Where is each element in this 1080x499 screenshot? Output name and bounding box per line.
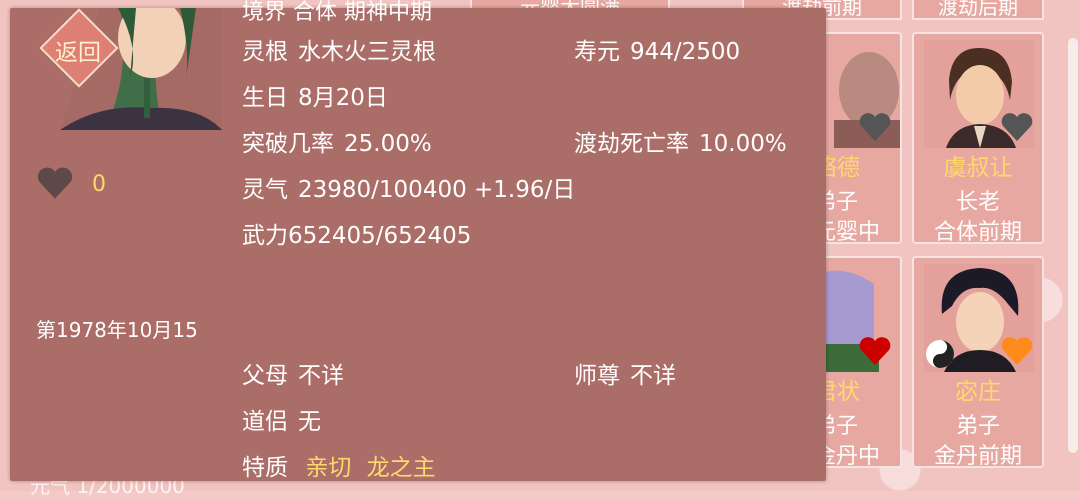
stat-lifespan: 寿元 944/2500 xyxy=(574,32,740,66)
stat-label: 生日 xyxy=(242,85,288,111)
relation-value: 不详 xyxy=(630,363,676,389)
bg-card-top-text: 渡劫后期 xyxy=(938,0,1018,19)
character-name: 宓庄 xyxy=(955,379,1001,405)
stat-value: 10.00% xyxy=(699,131,787,157)
character-realm: 合体前期 xyxy=(933,220,1022,244)
heart-icon xyxy=(37,167,73,199)
game-date: 第1978年10月15 xyxy=(36,318,198,342)
heart-icon xyxy=(1001,113,1033,141)
character-rank: 长老 xyxy=(955,190,1000,215)
relation-label: 道侣 xyxy=(242,409,288,435)
character-name: 虞叔让 xyxy=(943,155,1013,181)
stat-value: 8月20日 xyxy=(298,85,388,111)
stat-label: 渡劫死亡率 xyxy=(574,131,689,157)
relation-label: 父母 xyxy=(242,363,288,389)
stat-tribulation: 渡劫死亡率 10.00% xyxy=(574,124,787,158)
trait-tag[interactable]: 亲切 xyxy=(305,455,351,481)
character-rank: 弟子 xyxy=(955,414,1000,439)
stat-value: 25.00% xyxy=(344,131,432,157)
character-realm: 元婴中期 xyxy=(814,220,881,244)
character-rank: 弟子 xyxy=(814,190,859,215)
character-rank: 弟子 xyxy=(814,414,859,439)
stat-label: 突破几率 xyxy=(242,131,334,157)
stat-value: 23980/100400 +1.96/日 xyxy=(298,177,576,203)
character-realm: 金丹中期 xyxy=(814,444,881,468)
favorability: 0 xyxy=(36,166,106,206)
stat-breakthrough: 突破几率 25.00% xyxy=(242,124,432,158)
heart-icon xyxy=(1001,337,1033,365)
character-name: 君状 xyxy=(814,379,860,405)
bg-card-top-3[interactable]: 渡劫后期 xyxy=(912,0,1044,20)
stat-birthday: 生日 8月20日 xyxy=(242,78,388,112)
character-realm: 金丹前期 xyxy=(933,444,1022,468)
relation-partner: 道侣无 xyxy=(242,402,321,436)
stat-force: 武力652405/652405 xyxy=(242,216,471,250)
favorability-value: 0 xyxy=(92,172,106,197)
stat-label: 寿元 xyxy=(574,39,620,65)
character-detail-panel: 境界 合体 期神中期 返回 0 第1978年10月15 灵根 水木火三灵根 寿元 9… xyxy=(10,0,826,482)
character-card[interactable]: 宓庄 弟子 金丹前期 xyxy=(912,256,1044,468)
stat-spirit-root: 灵根 水木火三灵根 xyxy=(242,32,436,66)
relation-parents: 父母 不详 xyxy=(242,356,344,390)
heart-icon xyxy=(859,113,891,141)
stat-label: 灵根 xyxy=(242,39,288,65)
stat-value: 944/2500 xyxy=(630,39,741,65)
character-name: 骆德 xyxy=(814,155,860,181)
relation-master: 师尊 不详 xyxy=(574,356,676,390)
clipped-realm-row: 境界 合体 期神中期 xyxy=(242,0,432,25)
relation-value: 不详 xyxy=(298,363,344,389)
heart-icon xyxy=(859,337,891,365)
stat-value: 水木火三灵根 xyxy=(298,39,436,65)
stat-qi: 灵气 23980/100400 +1.96/日 xyxy=(242,170,575,204)
traits-label: 特质 xyxy=(242,455,288,481)
stat-value: 652405/652405 xyxy=(288,223,472,249)
stat-label: 武力 xyxy=(242,223,288,249)
relation-label: 师尊 xyxy=(574,363,620,389)
back-button[interactable]: 返回 xyxy=(39,8,119,88)
stat-label: 灵气 xyxy=(242,177,288,203)
traits: 特质 亲切 龙之主 xyxy=(242,448,436,482)
trait-tag[interactable]: 龙之主 xyxy=(367,455,436,481)
relation-value: 无 xyxy=(298,409,321,435)
back-button-label: 返回 xyxy=(55,40,101,66)
character-card[interactable]: 虞叔让 长老 合体前期 xyxy=(912,32,1044,244)
scrollbar[interactable] xyxy=(1068,38,1078,453)
